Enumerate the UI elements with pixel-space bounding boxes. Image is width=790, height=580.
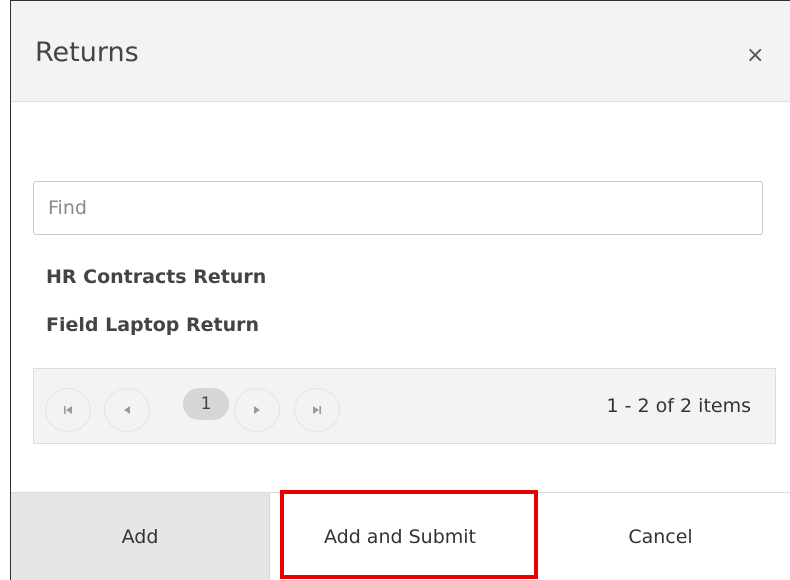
- pager: 1 1 - 2 of 2 items: [33, 368, 776, 444]
- first-page-icon: [64, 406, 72, 414]
- close-icon[interactable]: ×: [746, 45, 764, 67]
- dialog-title: Returns: [35, 37, 139, 68]
- list-item[interactable]: HR Contracts Return: [46, 263, 266, 311]
- previous-page-icon: [124, 406, 130, 414]
- list-item[interactable]: Field Laptop Return: [46, 311, 266, 359]
- next-page-icon: [254, 406, 260, 414]
- returns-list: HR Contracts Return Field Laptop Return: [46, 263, 266, 359]
- highlight-box: [280, 490, 538, 579]
- cancel-button[interactable]: Cancel: [530, 493, 790, 580]
- dialog-titlebar: Returns ×: [11, 1, 790, 102]
- next-page-button[interactable]: [234, 388, 280, 432]
- previous-page-button[interactable]: [104, 388, 150, 432]
- page-number-button[interactable]: 1: [183, 388, 229, 420]
- add-button[interactable]: Add: [11, 493, 270, 580]
- pager-info: 1 - 2 of 2 items: [606, 395, 751, 417]
- find-input[interactable]: [33, 181, 763, 235]
- last-page-icon: [313, 406, 321, 414]
- last-page-button[interactable]: [294, 388, 340, 432]
- first-page-button[interactable]: [45, 388, 91, 432]
